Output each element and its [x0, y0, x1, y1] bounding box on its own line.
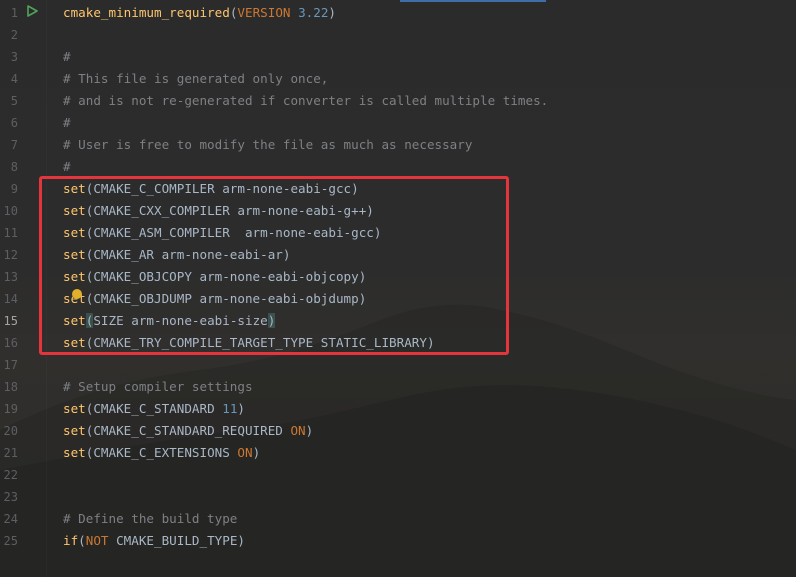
- code-token: (CMAKE_C_STANDARD: [85, 401, 223, 416]
- code-token: (CMAKE_C_STANDARD_REQUIRED: [85, 423, 291, 438]
- code-token: #: [63, 159, 71, 174]
- code-token: # Define the build type: [63, 511, 238, 526]
- code-token: ): [237, 401, 245, 416]
- code-text[interactable]: #: [63, 156, 71, 178]
- line-number[interactable]: 25: [0, 530, 18, 552]
- code-line-20[interactable]: 20 set(CMAKE_C_STANDARD_REQUIRED ON): [0, 420, 796, 442]
- code-line-8[interactable]: 8 #: [0, 156, 796, 178]
- code-token: 11: [222, 401, 238, 416]
- line-number[interactable]: 11: [0, 222, 18, 244]
- code-line-17[interactable]: 17: [0, 354, 796, 376]
- line-number[interactable]: 5: [0, 90, 18, 112]
- line-number[interactable]: 18: [0, 376, 18, 398]
- code-line-25[interactable]: 25 if(NOT CMAKE_BUILD_TYPE): [0, 530, 796, 552]
- code-line-2[interactable]: 2: [0, 24, 796, 46]
- code-text[interactable]: # Setup compiler settings: [63, 376, 253, 398]
- code-text[interactable]: #: [63, 112, 71, 134]
- code-token: #: [63, 49, 71, 64]
- code-line-5[interactable]: 5 # and is not re-generated if converter …: [0, 90, 796, 112]
- line-number[interactable]: 13: [0, 266, 18, 288]
- line-number[interactable]: 2: [0, 24, 18, 46]
- code-token: ON: [237, 445, 253, 460]
- line-number[interactable]: 22: [0, 464, 18, 486]
- code-token: set: [63, 423, 86, 438]
- code-text[interactable]: # and is not re-generated if converter i…: [63, 90, 548, 112]
- code-text[interactable]: #: [63, 46, 71, 68]
- code-text[interactable]: set(CMAKE_C_STANDARD 11): [63, 398, 245, 420]
- line-number[interactable]: 3: [0, 46, 18, 68]
- code-token: (: [78, 533, 86, 548]
- code-token: # This file is generated only once,: [63, 71, 329, 86]
- code-text[interactable]: set(CMAKE_C_STANDARD_REQUIRED ON): [63, 420, 313, 442]
- line-number[interactable]: 20: [0, 420, 18, 442]
- code-token: NOT: [85, 533, 109, 548]
- code-token: # and is not re-generated if converter i…: [63, 93, 549, 108]
- highlight-annotation-box: [39, 176, 509, 355]
- code-token: ): [305, 423, 314, 438]
- code-token: set: [63, 445, 86, 460]
- code-line-23[interactable]: 23: [0, 486, 796, 508]
- code-text[interactable]: cmake_minimum_required(VERSION 3.22): [63, 2, 336, 24]
- line-number[interactable]: 16: [0, 332, 18, 354]
- code-text[interactable]: # User is free to modify the file as muc…: [63, 134, 472, 156]
- line-number[interactable]: 17: [0, 354, 18, 376]
- code-token: #: [63, 115, 71, 130]
- intention-bulb-icon[interactable]: [72, 289, 82, 299]
- line-number[interactable]: 23: [0, 486, 18, 508]
- code-line-21[interactable]: 21 set(CMAKE_C_EXTENSIONS ON): [0, 442, 796, 464]
- code-line-24[interactable]: 24 # Define the build type: [0, 508, 796, 530]
- code-token: if: [63, 533, 79, 548]
- code-line-19[interactable]: 19 set(CMAKE_C_STANDARD 11): [0, 398, 796, 420]
- code-line-18[interactable]: 18 # Setup compiler settings: [0, 376, 796, 398]
- code-token: (CMAKE_C_EXTENSIONS: [85, 445, 238, 460]
- code-text[interactable]: set(CMAKE_C_EXTENSIONS ON): [63, 442, 260, 464]
- line-number[interactable]: 21: [0, 442, 18, 464]
- code-line-1[interactable]: 1 cmake_minimum_required(VERSION 3.22): [0, 2, 796, 24]
- code-line-4[interactable]: 4 # This file is generated only once,: [0, 68, 796, 90]
- line-number[interactable]: 14: [0, 288, 18, 310]
- code-token: VERSION: [237, 5, 291, 20]
- code-token: # User is free to modify the file as muc…: [63, 137, 473, 152]
- line-number[interactable]: 24: [0, 508, 18, 530]
- code-token: set: [63, 401, 86, 416]
- code-line-3[interactable]: 3 #: [0, 46, 796, 68]
- line-number[interactable]: 8: [0, 156, 18, 178]
- code-line-6[interactable]: 6 #: [0, 112, 796, 134]
- code-text[interactable]: # This file is generated only once,: [63, 68, 328, 90]
- code-token: 3.22: [298, 5, 329, 20]
- code-token: cmake_minimum_required: [63, 5, 230, 20]
- code-text[interactable]: if(NOT CMAKE_BUILD_TYPE): [63, 530, 245, 552]
- code-token: ): [252, 445, 261, 460]
- code-text[interactable]: # Define the build type: [63, 508, 237, 530]
- code-line-22[interactable]: 22: [0, 464, 796, 486]
- line-number[interactable]: 12: [0, 244, 18, 266]
- line-number[interactable]: 19: [0, 398, 18, 420]
- line-number[interactable]: 4: [0, 68, 18, 90]
- code-line-7[interactable]: 7 # User is free to modify the file as mu…: [0, 134, 796, 156]
- code-token: CMAKE_BUILD_TYPE): [108, 533, 245, 548]
- line-number[interactable]: 9: [0, 178, 18, 200]
- code-token: ): [328, 5, 337, 20]
- code-token: # Setup compiler settings: [63, 379, 253, 394]
- line-number[interactable]: 1: [0, 2, 18, 24]
- line-number[interactable]: 10: [0, 200, 18, 222]
- line-number[interactable]: 7: [0, 134, 18, 156]
- line-number[interactable]: 6: [0, 112, 18, 134]
- line-number[interactable]: 15: [0, 310, 18, 332]
- code-token: ON: [290, 423, 306, 438]
